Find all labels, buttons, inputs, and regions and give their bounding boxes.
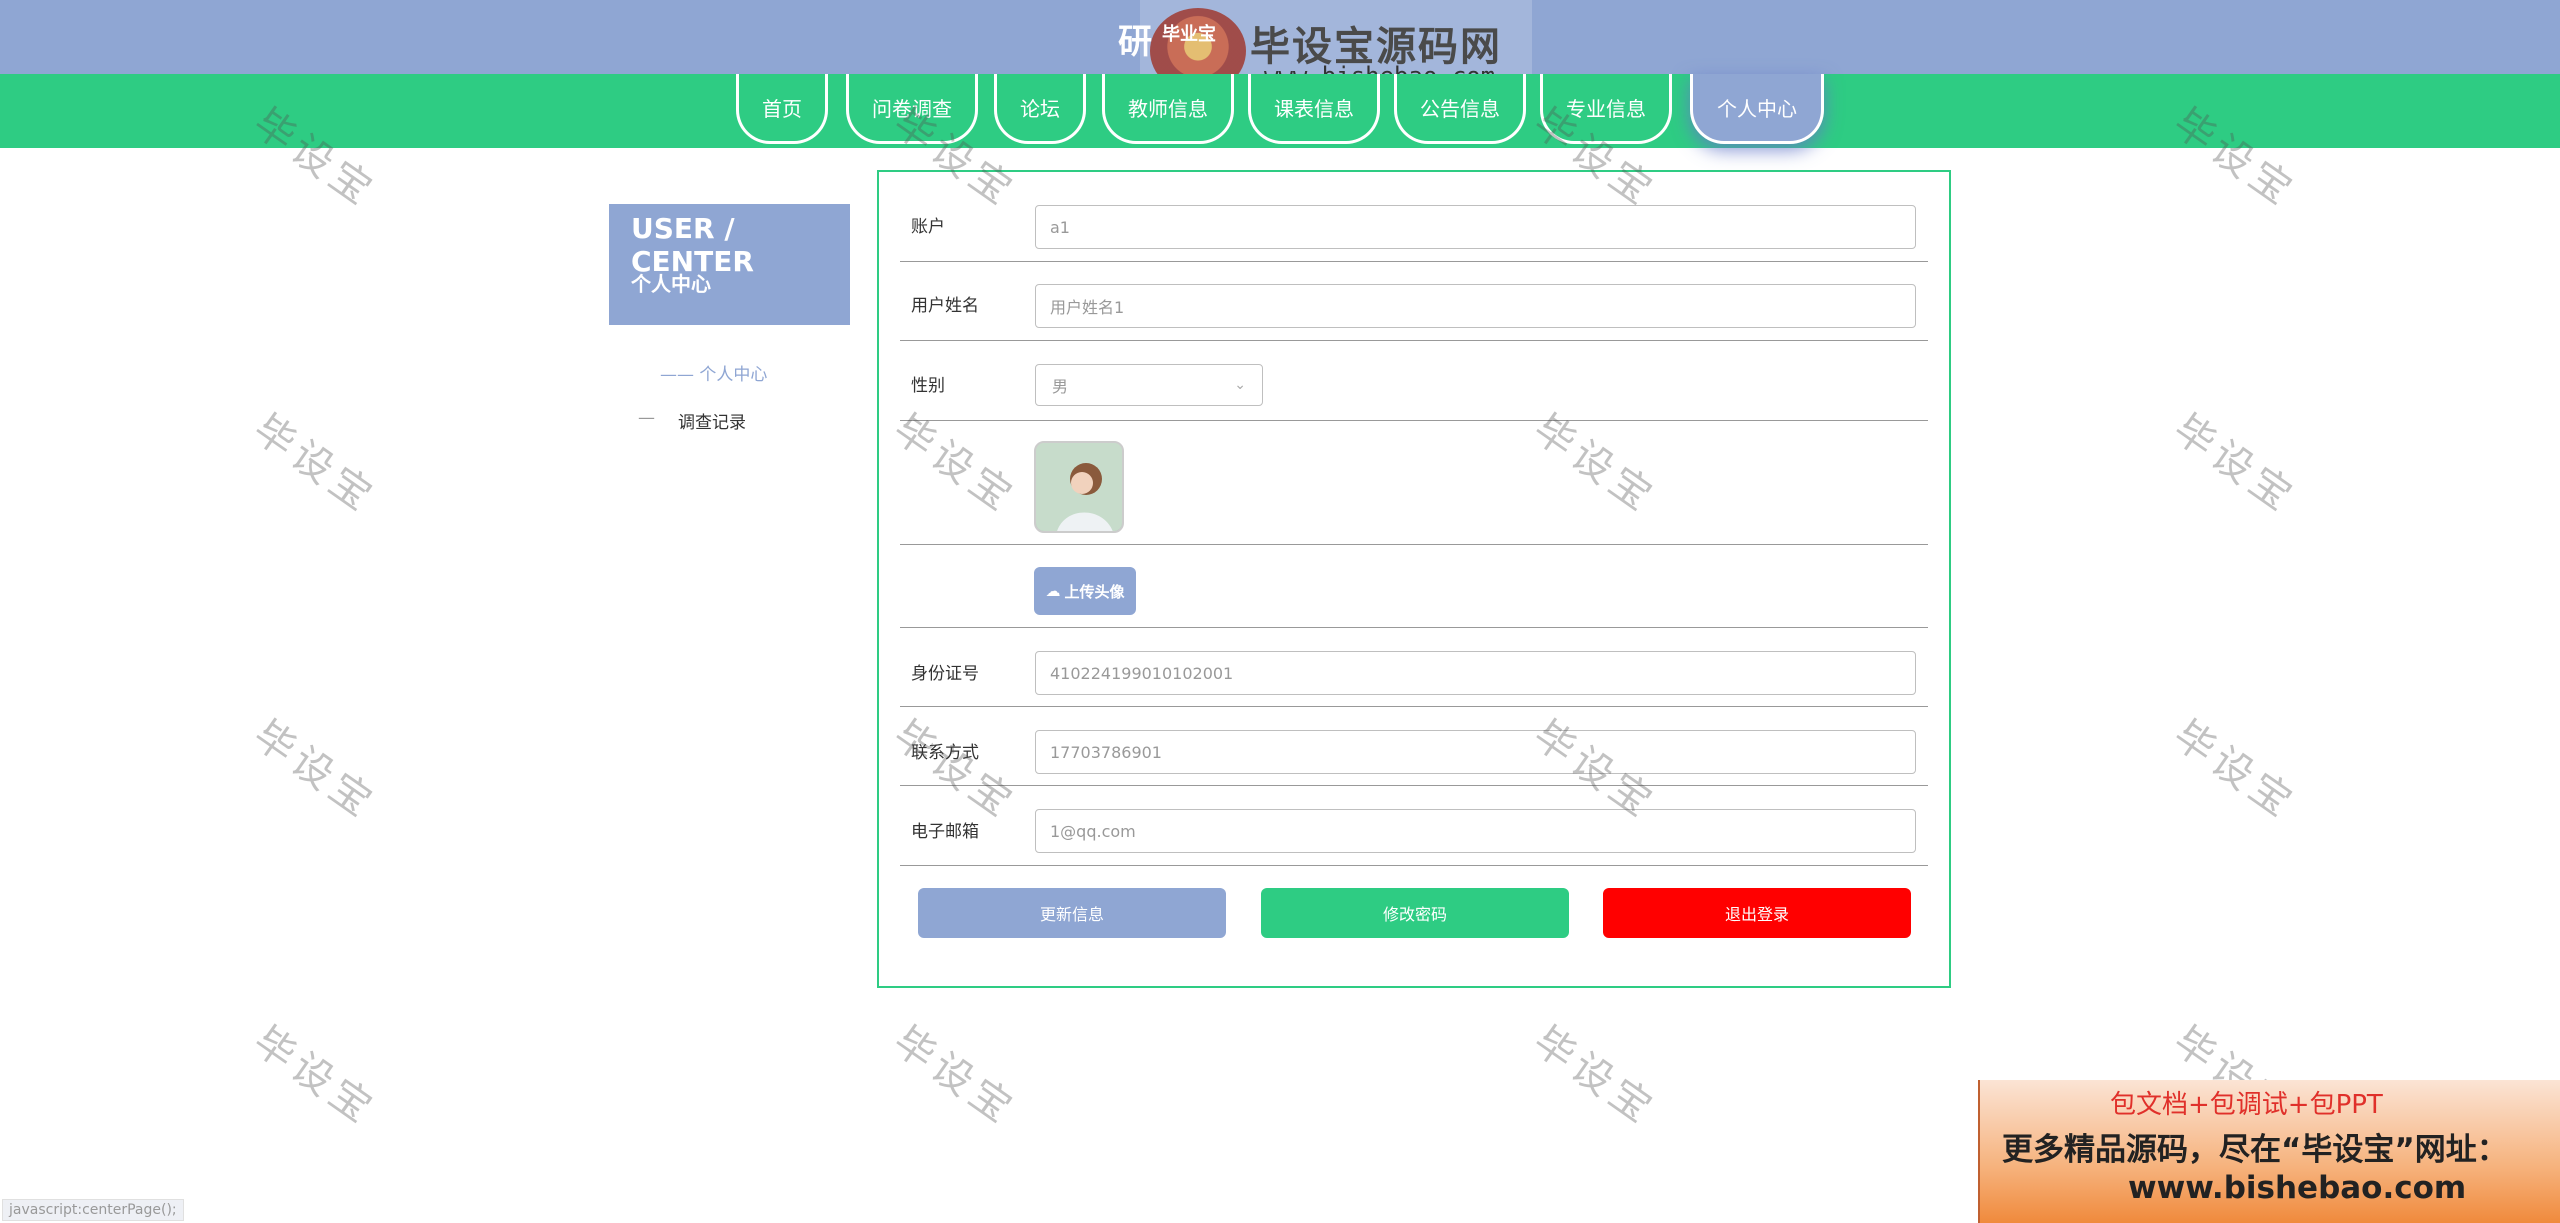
email-label: 电子邮箱 <box>911 822 979 842</box>
watermark: 毕设宝 <box>2164 405 2305 523</box>
change-password-button[interactable]: 修改密码 <box>1261 888 1569 938</box>
gender-value: 男 <box>1052 377 1069 396</box>
divider <box>900 865 1928 866</box>
gender-label: 性别 <box>911 376 945 396</box>
account-label: 账户 <box>911 217 945 237</box>
nav-item-user-center[interactable]: 个人中心 <box>1690 74 1824 144</box>
avatar-photo-icon <box>1036 443 1122 531</box>
nav-item-teachers[interactable]: 教师信息 <box>1102 74 1234 144</box>
promo-line-1: 包文档+包调试+包PPT <box>2110 1090 2383 1120</box>
watermark: 毕设宝 <box>884 1017 1025 1135</box>
divider <box>900 627 1928 628</box>
divider <box>900 706 1928 707</box>
divider <box>900 261 1928 262</box>
watermark: 毕设宝 <box>1524 1017 1665 1135</box>
phone-input[interactable]: 17703786901 <box>1035 730 1916 774</box>
nav-item-timetable[interactable]: 课表信息 <box>1248 74 1380 144</box>
watermark: 毕设宝 <box>244 1017 385 1135</box>
browser-status-bar: javascript:centerPage(); <box>2 1199 184 1221</box>
watermark: 毕设宝 <box>244 405 385 523</box>
sidebar-item-user-center[interactable]: —— 个人中心 <box>660 360 767 385</box>
sidebar-item-survey-records[interactable]: 调查记录 <box>678 408 746 433</box>
sidebar-header: USER / CENTER 个人中心 <box>609 204 850 325</box>
name-label: 用户姓名 <box>911 296 979 316</box>
account-input[interactable]: a1 <box>1035 205 1916 249</box>
divider <box>900 544 1928 545</box>
nav-item-home[interactable]: 首页 <box>736 74 828 144</box>
divider <box>900 785 1928 786</box>
upload-avatar-label: 上传头像 <box>1064 582 1125 601</box>
gender-select[interactable]: 男 ⌄ <box>1035 364 1263 406</box>
upload-avatar-button[interactable]: ☁ 上传头像 <box>1034 567 1136 615</box>
avatar <box>1034 441 1124 533</box>
logout-button[interactable]: 退出登录 <box>1603 888 1911 938</box>
email-input[interactable]: 1@qq.com <box>1035 809 1916 853</box>
promo-url[interactable]: www.bishebao.com <box>2128 1170 2466 1206</box>
nav-item-forum[interactable]: 论坛 <box>994 74 1086 144</box>
chevron-down-icon: ⌄ <box>1234 377 1246 393</box>
sidebar-item-dash: — <box>638 408 655 428</box>
divider <box>900 420 1928 421</box>
watermark: 毕设宝 <box>2164 711 2305 829</box>
cloud-upload-icon: ☁ <box>1045 582 1061 600</box>
sidebar-title-cn: 个人中心 <box>631 272 711 296</box>
update-info-button[interactable]: 更新信息 <box>918 888 1226 938</box>
divider <box>900 340 1928 341</box>
promo-line-2: 更多精品源码，尽在“毕设宝”网址： <box>2002 1132 2508 1168</box>
watermark: 毕设宝 <box>244 711 385 829</box>
promo-banner[interactable]: 包文档+包调试+包PPT 更多精品源码，尽在“毕设宝”网址： www.bishe… <box>1978 1080 2560 1223</box>
name-input[interactable]: 用户姓名1 <box>1035 284 1916 328</box>
idcard-label: 身份证号 <box>911 664 979 684</box>
nav-item-notices[interactable]: 公告信息 <box>1394 74 1526 144</box>
logo-badge-text: 毕业宝 <box>1162 24 1216 45</box>
idcard-input[interactable]: 410224199010102001 <box>1035 651 1916 695</box>
